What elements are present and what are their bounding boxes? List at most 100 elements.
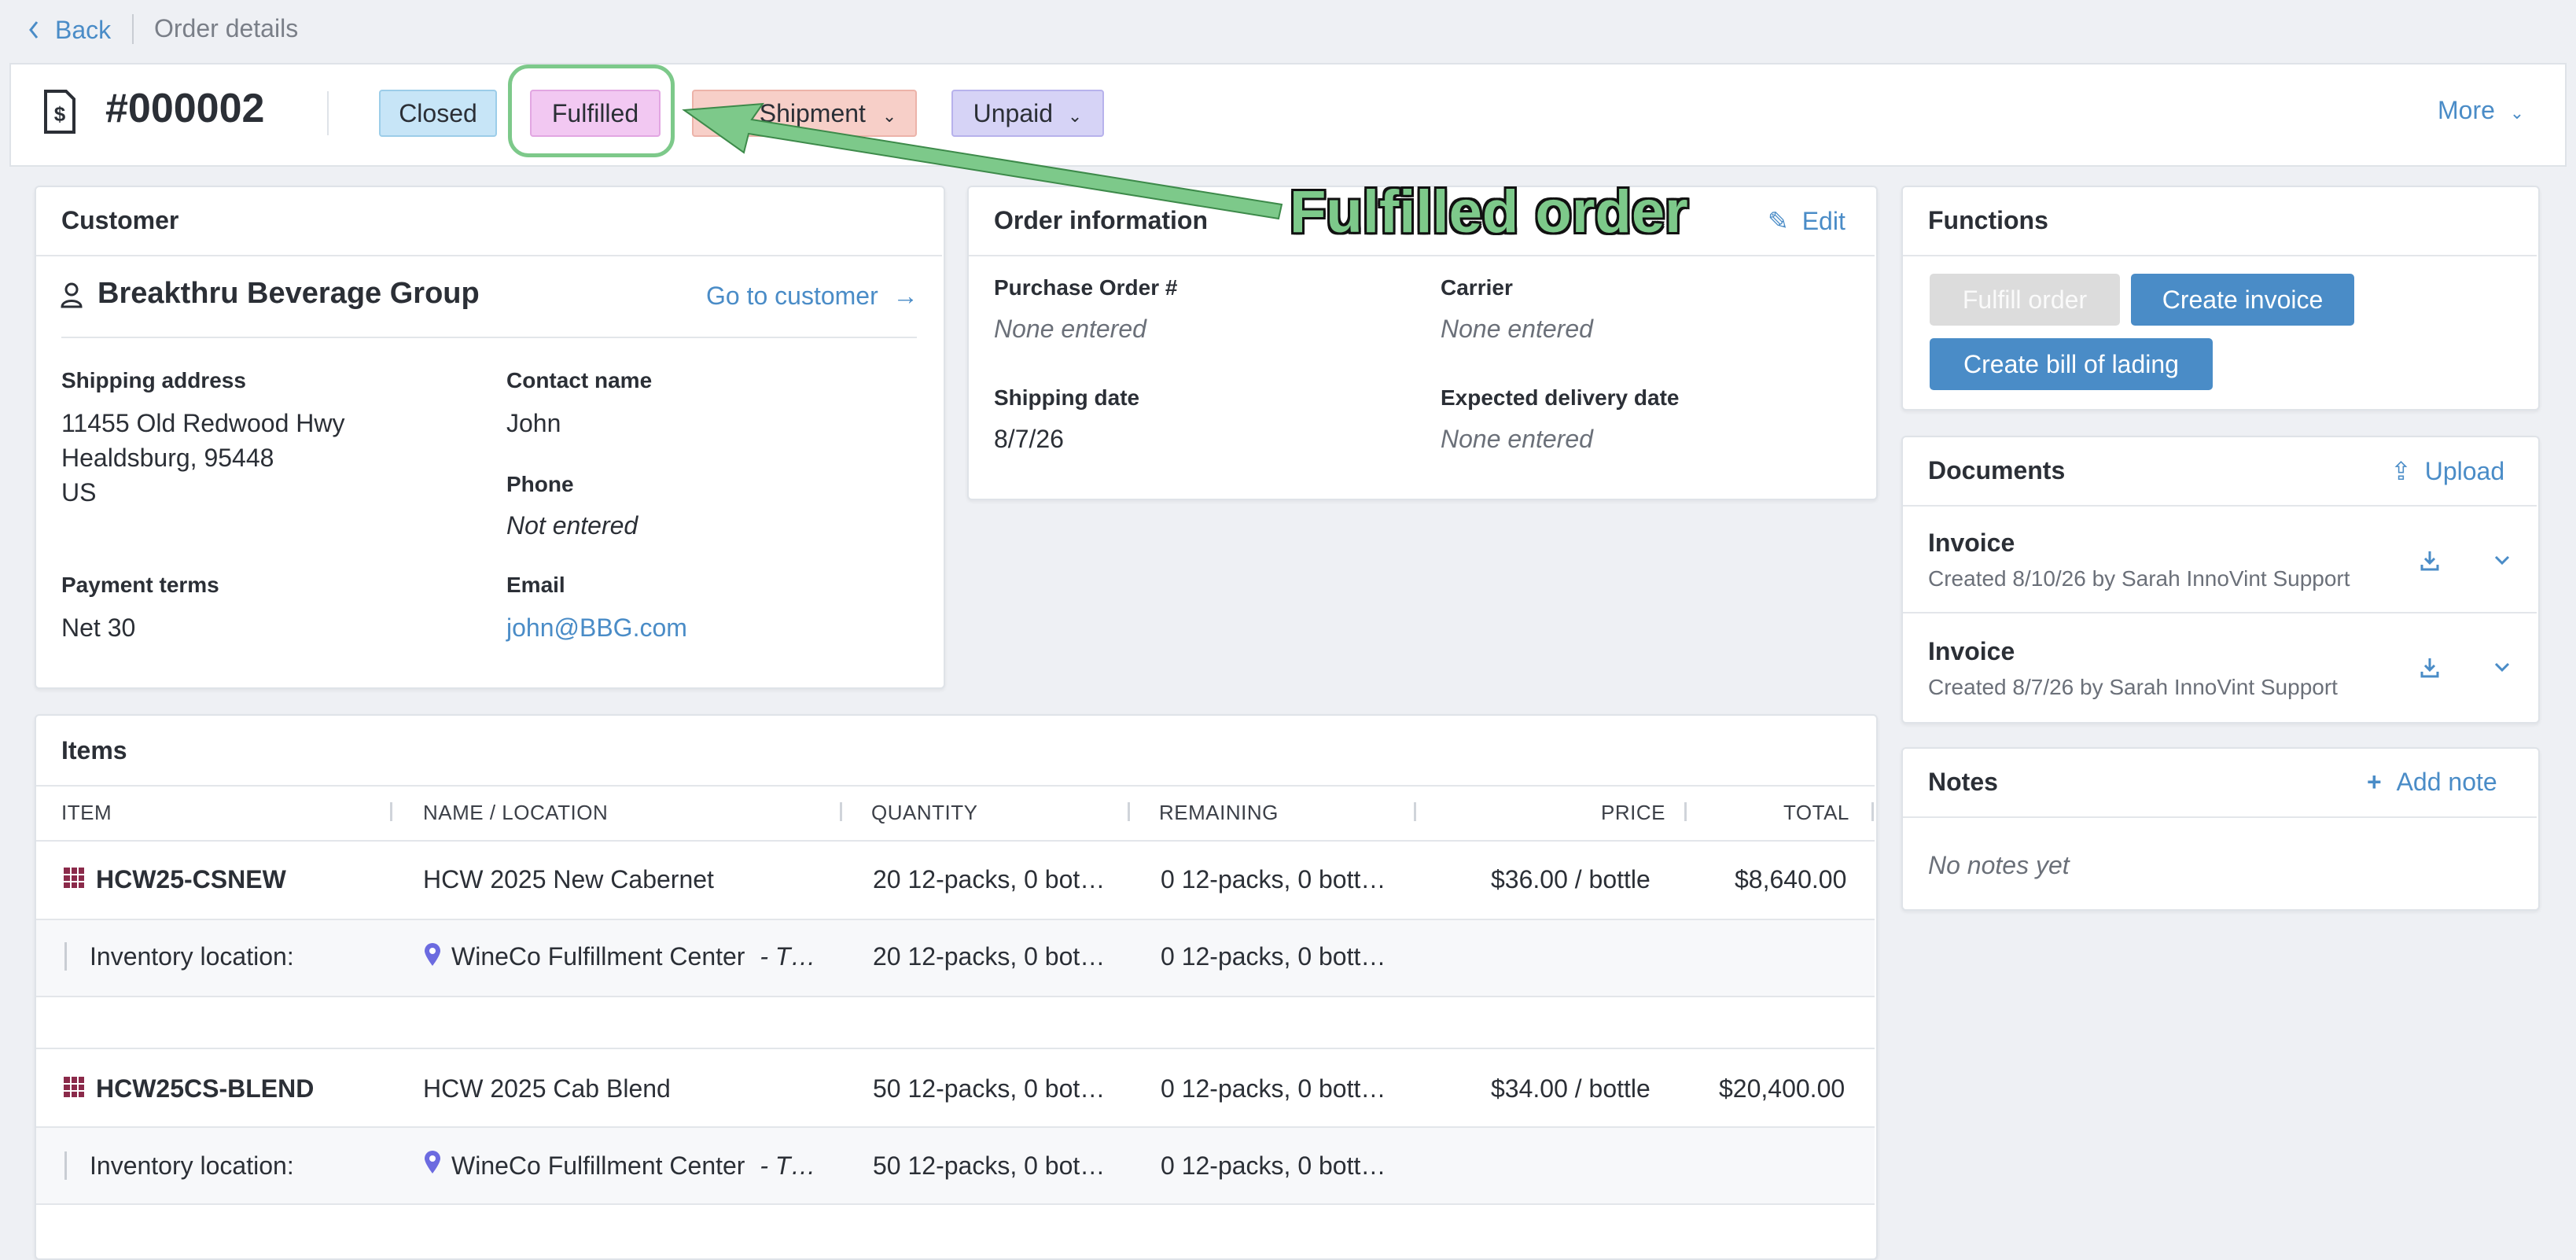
item-total: $8,640.00 xyxy=(1735,865,1847,893)
column-resize-handle[interactable] xyxy=(1414,802,1416,821)
functions-title: Functions xyxy=(1928,206,2048,234)
breadcrumb: Order details xyxy=(154,14,299,42)
chevron-down-icon[interactable] xyxy=(2493,554,2512,566)
chevron-down-icon: ⌄ xyxy=(2509,103,2525,123)
divider xyxy=(1903,255,2537,256)
location-name: WineCo Fulfillment Center - T… xyxy=(451,942,815,971)
edit-label: Edit xyxy=(1801,207,1846,235)
item-code[interactable]: HCW25CS-BLEND xyxy=(96,1074,314,1103)
items-title: Items xyxy=(61,736,127,764)
documents-title: Documents xyxy=(1928,456,2066,484)
shipping-date-value: 8/7/26 xyxy=(994,425,1064,453)
indent-bar xyxy=(64,1151,67,1180)
wine-case-icon xyxy=(64,1077,84,1097)
address-line-3: US xyxy=(61,478,97,507)
expected-delivery-label: Expected delivery date xyxy=(1441,385,1680,410)
location-suffix: - T… xyxy=(760,942,816,971)
fulfilled-badge[interactable]: Fulfilled xyxy=(530,90,661,137)
item-quantity: 50 12-packs, 0 bot… xyxy=(873,1074,1106,1103)
address-line-2: Healdsburg, 95448 xyxy=(61,444,274,472)
divider xyxy=(327,91,329,135)
location-remaining: 0 12-packs, 0 bott… xyxy=(1161,942,1386,971)
indent-bar xyxy=(64,942,67,971)
address-line-1: 11455 Old Redwood Hwy xyxy=(61,409,345,437)
customer-name: Breakthru Beverage Group xyxy=(98,277,480,310)
column-resize-handle[interactable] xyxy=(1684,802,1687,821)
carrier-value: None entered xyxy=(1441,315,1593,343)
column-header-price[interactable]: PRICE xyxy=(1601,801,1665,825)
item-name: HCW 2025 New Cabernet xyxy=(423,865,714,893)
annotation-arrow xyxy=(682,102,1283,220)
divider xyxy=(1903,816,2537,818)
document-name: Invoice xyxy=(1928,529,2015,557)
document-item[interactable] xyxy=(1903,613,2537,719)
email-link[interactable]: john@BBG.com xyxy=(506,613,687,643)
divider xyxy=(132,14,134,44)
location-name: WineCo Fulfillment Center - T… xyxy=(451,1151,815,1181)
download-icon[interactable] xyxy=(2419,549,2441,573)
back-label: Back xyxy=(55,15,112,44)
pencil-icon: ✎ xyxy=(1768,207,1789,235)
location-name-text: WineCo Fulfillment Center xyxy=(451,1151,745,1180)
map-pin-icon xyxy=(425,1151,440,1173)
email-label: Email xyxy=(506,573,565,597)
column-resize-handle[interactable] xyxy=(1128,802,1130,821)
phone-value: Not entered xyxy=(506,511,638,540)
inventory-location-label: Inventory location: xyxy=(90,1151,294,1180)
user-icon xyxy=(61,282,83,308)
column-header-remaining[interactable]: REMAINING xyxy=(1159,801,1279,825)
inventory-location-label: Inventory location: xyxy=(90,942,294,971)
column-header-name[interactable]: NAME / LOCATION xyxy=(423,801,608,825)
column-resize-handle[interactable] xyxy=(390,802,392,821)
go-to-customer-link[interactable]: Go to customer → xyxy=(706,282,918,311)
plus-icon: + xyxy=(2367,768,2382,796)
divider xyxy=(36,996,1875,997)
add-note-label: Add note xyxy=(2396,768,2497,796)
edit-button[interactable]: ✎ Edit xyxy=(1768,206,1846,236)
more-menu[interactable]: More ⌄ xyxy=(2438,96,2524,125)
item-name: HCW 2025 Cab Blend xyxy=(423,1074,671,1103)
customer-title: Customer xyxy=(61,206,179,234)
more-label: More xyxy=(2438,96,2495,124)
item-code[interactable]: HCW25-CSNEW xyxy=(96,865,286,894)
go-to-customer-label: Go to customer xyxy=(706,282,878,310)
item-total: $20,400.00 xyxy=(1719,1074,1846,1103)
upload-icon: ⇪ xyxy=(2390,457,2412,485)
item-price: $34.00 / bottle xyxy=(1491,1074,1650,1103)
fulfill-order-button[interactable]: Fulfill order xyxy=(1930,274,2120,326)
location-suffix: - T… xyxy=(760,1151,816,1180)
location-name-text: WineCo Fulfillment Center xyxy=(451,942,745,971)
column-resize-handle[interactable] xyxy=(1871,802,1874,821)
add-note-button[interactable]: + Add note xyxy=(2367,768,2497,797)
payment-terms-value: Net 30 xyxy=(61,613,136,642)
upload-button[interactable]: ⇪ Upload xyxy=(2390,456,2504,486)
phone-label: Phone xyxy=(506,472,574,496)
document-name: Invoice xyxy=(1928,637,2015,665)
payment-terms-label: Payment terms xyxy=(61,573,219,597)
chevron-down-icon[interactable] xyxy=(2493,661,2512,673)
item-price: $36.00 / bottle xyxy=(1491,865,1650,893)
column-resize-handle[interactable] xyxy=(840,802,842,821)
wine-case-icon xyxy=(64,868,84,888)
create-invoice-button[interactable]: Create invoice xyxy=(2131,274,2354,326)
svg-text:$: $ xyxy=(54,102,66,126)
notes-empty: No notes yet xyxy=(1928,851,2070,879)
column-header-quantity[interactable]: QUANTITY xyxy=(871,801,977,825)
upload-label: Upload xyxy=(2424,457,2505,485)
document-meta: Created 8/10/26 by Sarah InnoVint Suppor… xyxy=(1928,566,2350,591)
column-header-total[interactable]: TOTAL xyxy=(1783,801,1849,825)
column-header-item[interactable]: ITEM xyxy=(61,801,112,825)
shipping-date-label: Shipping date xyxy=(994,385,1140,410)
contact-name-label: Contact name xyxy=(506,368,653,392)
order-number: #000002 xyxy=(105,86,265,131)
back-link[interactable]: Back xyxy=(27,14,111,46)
divider xyxy=(36,1203,1875,1205)
document-item[interactable] xyxy=(1903,507,2537,612)
closed-badge[interactable]: Closed xyxy=(379,90,497,137)
chevron-left-icon xyxy=(29,21,39,39)
divider xyxy=(969,255,1875,256)
shipping-address-label: Shipping address xyxy=(61,368,246,392)
download-icon[interactable] xyxy=(2419,656,2441,680)
create-bill-of-lading-button[interactable]: Create bill of lading xyxy=(1930,338,2213,390)
contact-name-value: John xyxy=(506,409,561,437)
